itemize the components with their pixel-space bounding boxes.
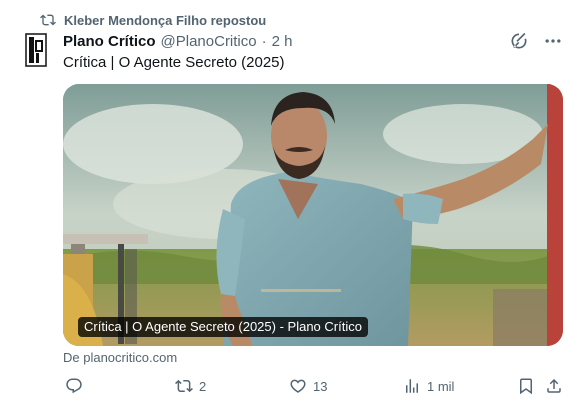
man-in-sugarcane-field-photo: [63, 84, 563, 346]
repost-icon: [40, 12, 56, 28]
heart-icon: [290, 379, 306, 393]
link-card[interactable]: Crítica | O Agente Secreto (2025) - Plan…: [63, 84, 563, 346]
views-button[interactable]: 1 mil: [403, 376, 454, 396]
reply-button[interactable]: [65, 376, 83, 396]
grok-icon[interactable]: [509, 31, 529, 51]
tweet-header: Plano Crítico @PlanoCritico · 2 h: [63, 31, 292, 51]
share-icon: [547, 378, 561, 393]
tweet-time[interactable]: 2 h: [272, 33, 293, 50]
bookmark-icon: [520, 378, 532, 395]
views-count: 1 mil: [427, 378, 455, 394]
card-caption: Crítica | O Agente Secreto (2025) - Plan…: [78, 317, 368, 337]
reply-icon: [66, 378, 82, 394]
repost-icon: [175, 379, 193, 393]
header-actions: [509, 31, 563, 51]
bookmark-button[interactable]: [517, 376, 535, 396]
repost-context[interactable]: Kleber Mendonça Filho repostou: [40, 11, 266, 29]
like-button[interactable]: 13: [289, 376, 327, 396]
action-bar: 2 13 1 mil: [63, 376, 573, 398]
views-icon: [406, 379, 418, 393]
separator-dot: ·: [261, 32, 267, 50]
repost-count: 2: [199, 378, 207, 394]
repost-button[interactable]: 2: [175, 376, 206, 396]
share-button[interactable]: [545, 376, 563, 396]
author-handle[interactable]: @PlanoCritico: [161, 33, 257, 50]
more-icon[interactable]: [543, 31, 563, 51]
repost-label: Kleber Mendonça Filho repostou: [64, 12, 267, 28]
like-count: 13: [313, 378, 328, 394]
source-link[interactable]: De planocritico.com: [63, 350, 177, 365]
plano-critico-logo[interactable]: [20, 31, 52, 69]
tweet-text: Crítica | O Agente Secreto (2025): [63, 54, 285, 71]
author-name[interactable]: Plano Crítico: [63, 33, 156, 50]
